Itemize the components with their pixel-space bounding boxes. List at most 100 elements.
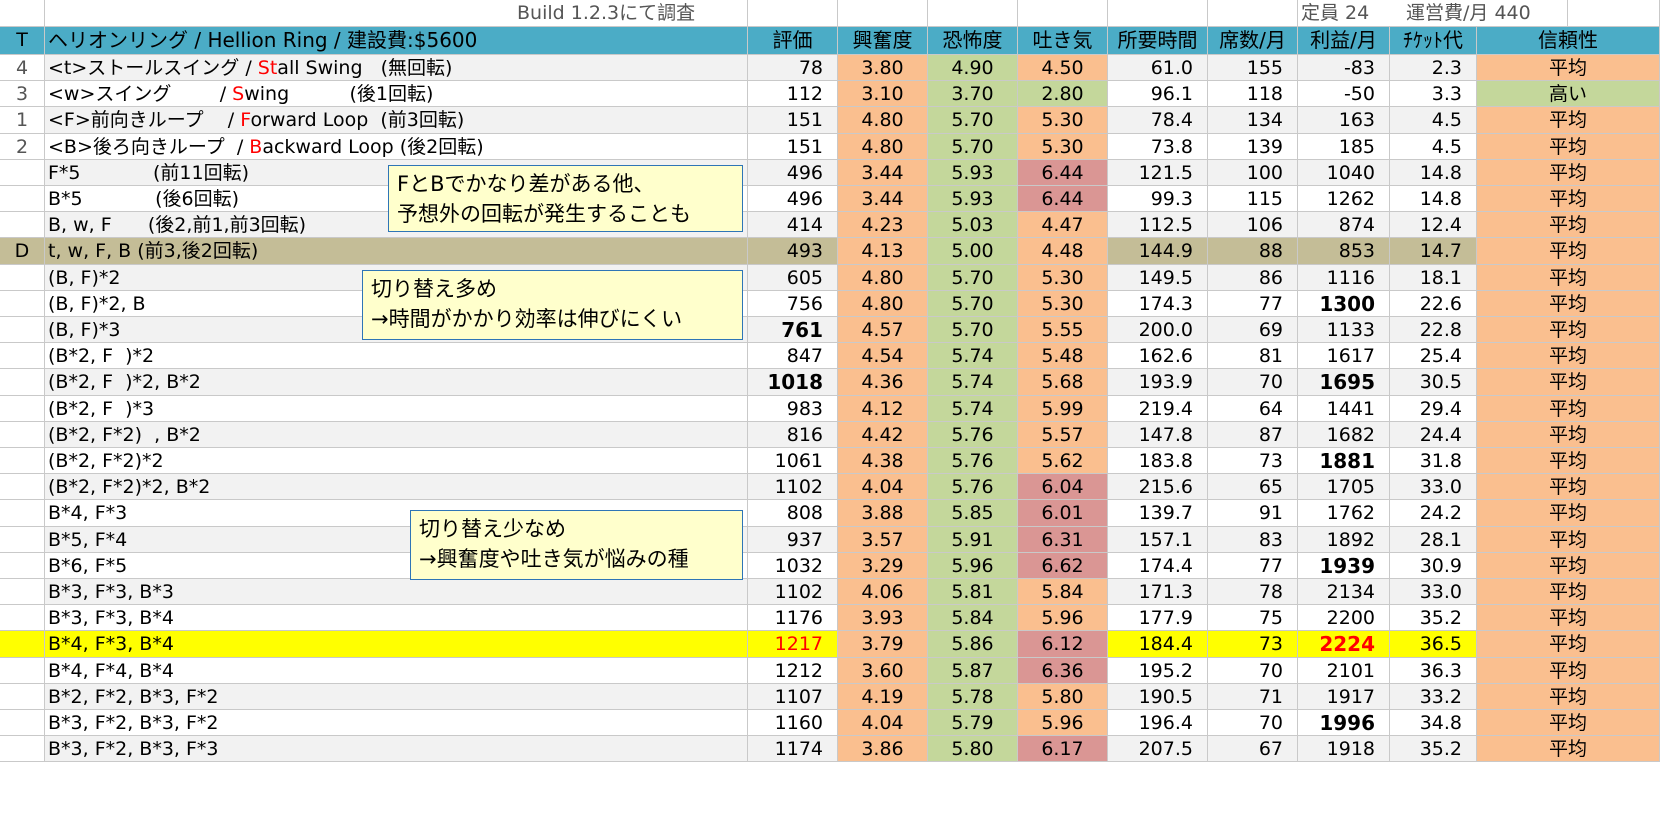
- value-cell[interactable]: 99.3: [1108, 186, 1208, 212]
- value-cell[interactable]: 1682: [1298, 422, 1390, 448]
- value-cell[interactable]: 3.60: [838, 658, 928, 684]
- value-cell[interactable]: 61.0: [1108, 55, 1208, 81]
- top-cell-empty[interactable]: [1108, 0, 1208, 27]
- value-cell[interactable]: 1061: [748, 448, 838, 474]
- value-cell[interactable]: 808: [748, 500, 838, 527]
- top-cell-empty[interactable]: [1018, 0, 1108, 27]
- upkeep-label[interactable]: 運営費/月 440: [1400, 0, 1568, 27]
- value-cell[interactable]: 4.80: [838, 134, 928, 160]
- value-cell[interactable]: 4.06: [838, 579, 928, 605]
- value-cell[interactable]: 4.54: [838, 343, 928, 369]
- value-cell[interactable]: 平均: [1477, 527, 1660, 553]
- value-cell[interactable]: 22.6: [1390, 291, 1477, 317]
- row-type[interactable]: [0, 658, 45, 684]
- header-t[interactable]: T: [0, 27, 45, 55]
- row-type[interactable]: 1: [0, 107, 45, 134]
- value-cell[interactable]: 4.57: [838, 317, 928, 343]
- value-cell[interactable]: 高い: [1477, 81, 1660, 107]
- value-cell[interactable]: 1892: [1298, 527, 1390, 553]
- value-cell[interactable]: 平均: [1477, 579, 1660, 605]
- value-cell[interactable]: 35.2: [1390, 736, 1477, 762]
- value-cell[interactable]: 平均: [1477, 186, 1660, 212]
- row-name[interactable]: (B*2, F*2)*2: [45, 448, 748, 474]
- capacity-label[interactable]: 定員 24: [1298, 0, 1400, 27]
- header-ride-name[interactable]: ヘリオンリング / Hellion Ring / 建設費:$5600: [45, 27, 748, 55]
- value-cell[interactable]: 81: [1208, 343, 1298, 369]
- value-cell[interactable]: 69: [1208, 317, 1298, 343]
- value-cell[interactable]: 1300: [1298, 291, 1390, 317]
- value-cell[interactable]: 185: [1298, 134, 1390, 160]
- value-cell[interactable]: 29.4: [1390, 396, 1477, 422]
- row-type[interactable]: [0, 527, 45, 553]
- row-type[interactable]: [0, 710, 45, 736]
- value-cell[interactable]: 96.1: [1108, 81, 1208, 107]
- value-cell[interactable]: 5.78: [928, 684, 1018, 710]
- value-cell[interactable]: 149.5: [1108, 265, 1208, 291]
- value-cell[interactable]: 5.74: [928, 396, 1018, 422]
- value-cell[interactable]: 5.86: [928, 631, 1018, 658]
- value-cell[interactable]: 5.81: [928, 579, 1018, 605]
- row-name[interactable]: B*3, F*2, B*3, F*3: [45, 736, 748, 762]
- value-cell[interactable]: 1939: [1298, 553, 1390, 579]
- value-cell[interactable]: 平均: [1477, 422, 1660, 448]
- value-cell[interactable]: 平均: [1477, 343, 1660, 369]
- row-name[interactable]: <B>後ろ向きループ / Backward Loop (後2回転): [45, 134, 748, 160]
- row-type[interactable]: [0, 579, 45, 605]
- value-cell[interactable]: 33.0: [1390, 579, 1477, 605]
- value-cell[interactable]: 83: [1208, 527, 1298, 553]
- value-cell[interactable]: 207.5: [1108, 736, 1208, 762]
- value-cell[interactable]: 3.93: [838, 605, 928, 631]
- value-cell[interactable]: 平均: [1477, 212, 1660, 238]
- header-col[interactable]: ﾁｹｯﾄ代: [1390, 27, 1477, 55]
- value-cell[interactable]: 平均: [1477, 474, 1660, 500]
- value-cell[interactable]: 34.8: [1390, 710, 1477, 736]
- value-cell[interactable]: 5.30: [1018, 107, 1108, 134]
- value-cell[interactable]: 5.74: [928, 369, 1018, 396]
- value-cell[interactable]: 6.12: [1018, 631, 1108, 658]
- value-cell[interactable]: 5.84: [928, 605, 1018, 631]
- value-cell[interactable]: 853: [1298, 238, 1390, 265]
- value-cell[interactable]: 5.93: [928, 160, 1018, 186]
- value-cell[interactable]: 87: [1208, 422, 1298, 448]
- row-name[interactable]: <t>ストールスイング / Stall Swing (無回転): [45, 55, 748, 81]
- value-cell[interactable]: 215.6: [1108, 474, 1208, 500]
- value-cell[interactable]: 平均: [1477, 134, 1660, 160]
- value-cell[interactable]: 78: [748, 55, 838, 81]
- value-cell[interactable]: 1917: [1298, 684, 1390, 710]
- value-cell[interactable]: 36.5: [1390, 631, 1477, 658]
- value-cell[interactable]: 100: [1208, 160, 1298, 186]
- value-cell[interactable]: 496: [748, 186, 838, 212]
- row-name[interactable]: t, w, F, B (前3,後2回転): [45, 238, 748, 265]
- header-col[interactable]: 所要時間: [1108, 27, 1208, 55]
- value-cell[interactable]: 4.5: [1390, 107, 1477, 134]
- value-cell[interactable]: 5.30: [1018, 265, 1108, 291]
- value-cell[interactable]: 平均: [1477, 631, 1660, 658]
- value-cell[interactable]: 70: [1208, 369, 1298, 396]
- value-cell[interactable]: 3.88: [838, 500, 928, 527]
- value-cell[interactable]: 4.80: [838, 265, 928, 291]
- value-cell[interactable]: 5.48: [1018, 343, 1108, 369]
- value-cell[interactable]: 33.0: [1390, 474, 1477, 500]
- annotation-note[interactable]: 切り替え少なめ →興奮度や吐き気が悩みの種: [410, 510, 743, 580]
- value-cell[interactable]: 3.70: [928, 81, 1018, 107]
- value-cell[interactable]: 2200: [1298, 605, 1390, 631]
- value-cell[interactable]: 30.5: [1390, 369, 1477, 396]
- row-type[interactable]: [0, 160, 45, 186]
- row-name[interactable]: (B*2, F )*3: [45, 396, 748, 422]
- row-type[interactable]: [0, 396, 45, 422]
- value-cell[interactable]: 5.62: [1018, 448, 1108, 474]
- value-cell[interactable]: 112: [748, 81, 838, 107]
- value-cell[interactable]: 756: [748, 291, 838, 317]
- value-cell[interactable]: 4.38: [838, 448, 928, 474]
- value-cell[interactable]: 88: [1208, 238, 1298, 265]
- row-type[interactable]: [0, 291, 45, 317]
- value-cell[interactable]: 1107: [748, 684, 838, 710]
- value-cell[interactable]: 3.57: [838, 527, 928, 553]
- row-type[interactable]: [0, 369, 45, 396]
- value-cell[interactable]: 5.70: [928, 107, 1018, 134]
- value-cell[interactable]: 139.7: [1108, 500, 1208, 527]
- value-cell[interactable]: 1102: [748, 579, 838, 605]
- value-cell[interactable]: 983: [748, 396, 838, 422]
- value-cell[interactable]: 2.3: [1390, 55, 1477, 81]
- value-cell[interactable]: 平均: [1477, 238, 1660, 265]
